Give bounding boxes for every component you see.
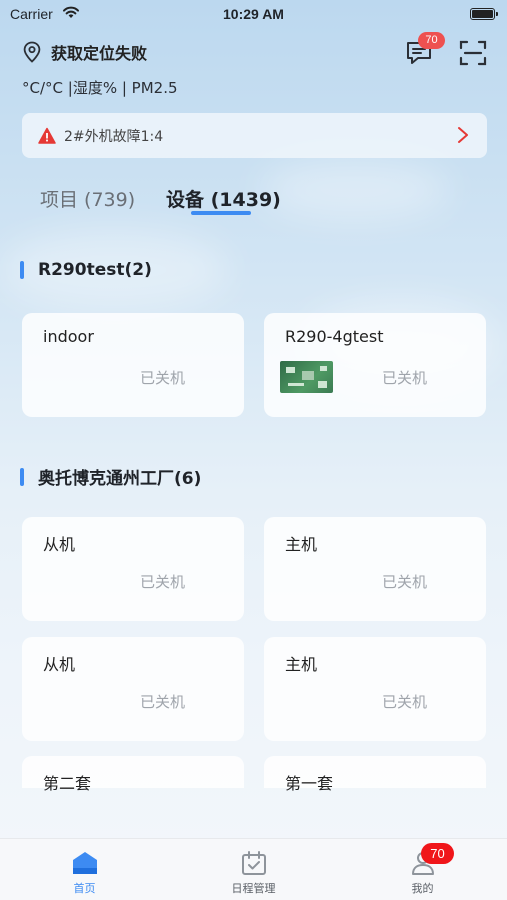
device-status: 已关机 (382, 693, 428, 711)
nav-schedule[interactable]: 日程管理 (169, 839, 338, 900)
device-name: 主机 (285, 655, 318, 674)
clock-time: 10:29 AM (223, 6, 284, 22)
group-header: R290test(2) (20, 260, 152, 280)
cloud-decoration (260, 160, 450, 220)
location-text: 获取定位失败 (51, 44, 148, 63)
calendar-icon (242, 851, 266, 875)
device-name: 从机 (43, 535, 76, 554)
device-card[interactable]: 从机 已关机 (22, 637, 244, 741)
group-name: 奥托博克通州工厂(6) (38, 469, 202, 489)
warning-icon (38, 127, 56, 144)
device-card[interactable]: indoor 已关机 (22, 313, 244, 417)
location-pin-icon (23, 41, 41, 63)
group-name: R290test(2) (38, 260, 152, 280)
device-card[interactable]: 从机 已关机 (22, 517, 244, 621)
device-status: 已关机 (140, 693, 186, 711)
group-header: 奥托博克通州工厂(6) (20, 464, 201, 489)
device-card[interactable]: 第一套 (264, 756, 486, 793)
nav-label: 我的 (411, 882, 434, 895)
fault-alert-banner[interactable]: 2#外机故障1:4 (22, 113, 487, 158)
group-accent-bar (20, 261, 24, 279)
device-image (280, 361, 333, 393)
device-card[interactable]: 主机 已关机 (264, 517, 486, 621)
device-name: indoor (43, 327, 94, 346)
alert-text: 2#外机故障1:4 (64, 128, 164, 145)
home-icon (73, 852, 97, 874)
profile-badge: 70 (421, 843, 454, 864)
device-name: R290-4gtest (285, 327, 384, 346)
device-name: 第一套 (285, 774, 334, 793)
device-card[interactable]: 第二套 (22, 756, 244, 793)
tab-devices[interactable]: 设备 (1439) (166, 185, 281, 212)
chevron-right-icon (458, 127, 468, 143)
nav-label: 首页 (73, 882, 96, 895)
group-accent-bar (20, 467, 24, 486)
active-tab-indicator (191, 211, 251, 215)
device-status: 已关机 (382, 573, 428, 591)
device-card[interactable]: R290-4gtest 已关机 (264, 313, 486, 417)
nav-label: 日程管理 (231, 882, 276, 895)
device-name: 主机 (285, 535, 318, 554)
device-status: 已关机 (140, 573, 186, 591)
message-badge: 70 (418, 32, 445, 49)
device-status: 已关机 (382, 369, 428, 387)
battery-icon (470, 8, 498, 20)
weather-info: °C/°C |湿度% | PM2.5 (22, 79, 178, 97)
nav-home[interactable]: 首页 (0, 839, 169, 900)
tab-projects[interactable]: 项目 (739) (40, 185, 135, 212)
device-card[interactable]: 主机 已关机 (264, 637, 486, 741)
device-status: 已关机 (140, 369, 186, 387)
location-button[interactable]: 获取定位失败 (22, 40, 147, 64)
device-name: 从机 (43, 655, 76, 674)
scan-icon[interactable] (458, 38, 488, 68)
status-bar: Carrier 10:29 AM (0, 0, 507, 30)
device-name: 第二套 (43, 774, 92, 793)
